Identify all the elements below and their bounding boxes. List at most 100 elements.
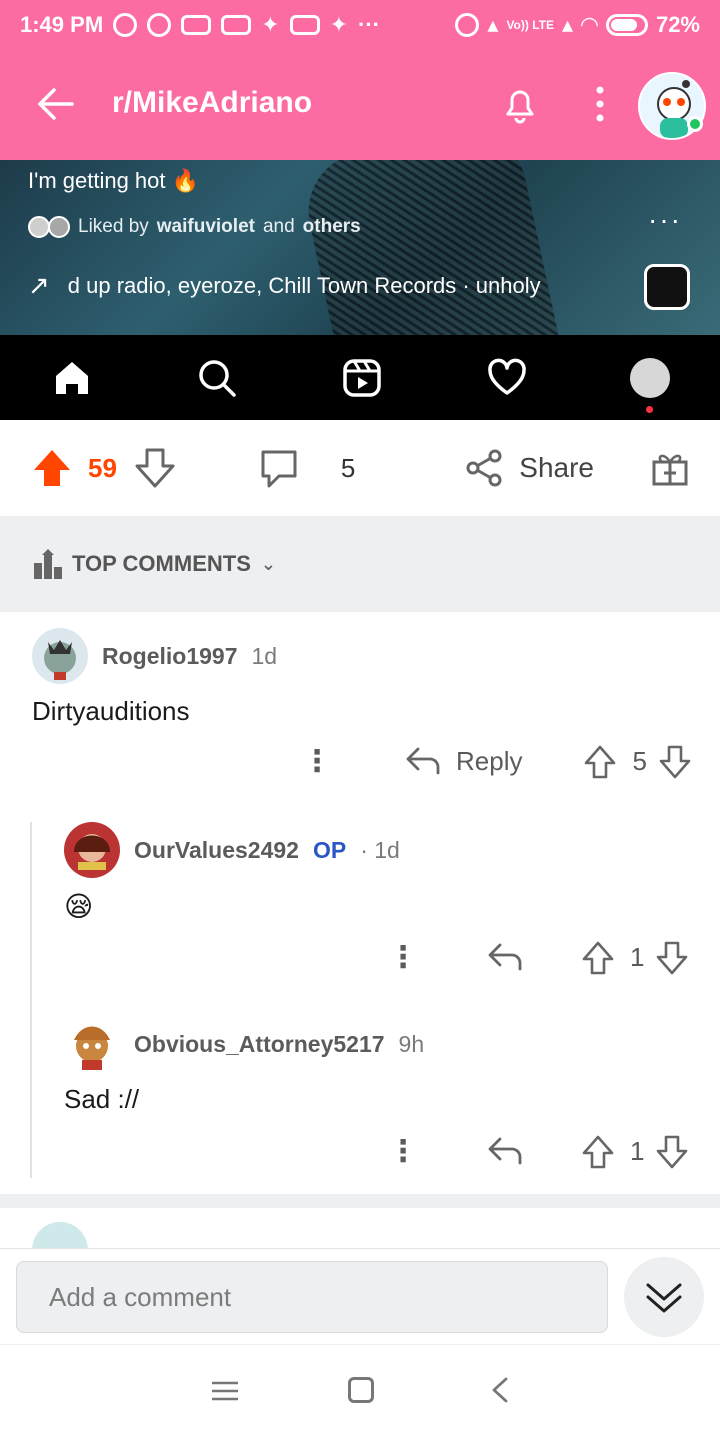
youtube-icon [221, 15, 252, 35]
liker-avatar [28, 216, 50, 238]
upvote-icon[interactable] [584, 745, 616, 779]
subreddit-title[interactable]: r/MikeAdriano [112, 86, 312, 120]
commenter-avatar[interactable] [64, 822, 120, 878]
screen: 1:49 PM ✦ ✦ ··· ▴ Vo)) LTE ▴ ◠ 72% r/Mik… [0, 0, 720, 1440]
comment-sort-bar[interactable]: TOP COMMENTS ⌄ [0, 516, 720, 612]
system-back-icon[interactable] [488, 1377, 514, 1403]
comment-actions: ⋮ 1 [388, 1134, 688, 1169]
more-vertical-icon[interactable]: ⋮ [388, 1134, 418, 1169]
reply-icon[interactable] [488, 943, 522, 973]
comment-count: 5 [340, 452, 356, 483]
top-sort-icon [34, 549, 62, 579]
share-button[interactable]: Share [465, 448, 594, 488]
search-icon[interactable] [195, 356, 239, 400]
liker-avatar [48, 216, 70, 238]
post-action-bar: 59 5 Share [0, 420, 720, 516]
reply-icon [406, 747, 440, 774]
thread-line[interactable] [30, 822, 32, 1178]
reply-button[interactable]: Reply [406, 746, 522, 777]
battery-percent: 72% [655, 12, 700, 37]
comment-score: 5 [632, 746, 647, 776]
youtube-icon [289, 15, 320, 35]
comment-username[interactable]: OurValues2492 [134, 837, 299, 864]
system-nav-bar [0, 1344, 720, 1440]
comment-score: 1 [630, 942, 645, 972]
wifi-icon: ◠ [581, 12, 598, 37]
chevron-down-icon: ⌄ [260, 553, 276, 574]
double-chevron-down-icon [646, 1283, 682, 1313]
sort-label: TOP COMMENTS [72, 551, 251, 576]
twitter-icon: ✦ [329, 12, 349, 37]
recent-apps-icon[interactable] [212, 1381, 238, 1401]
more-vertical-icon[interactable]: ⋮ [388, 940, 418, 975]
status-time: 1:49 PM [20, 12, 104, 37]
overflow-notifications-icon: ··· [358, 12, 381, 37]
comment-composer: Add a comment [0, 1248, 720, 1344]
comment-time: · 1d [360, 836, 400, 863]
more-vertical-icon[interactable] [584, 80, 616, 128]
music-row: ↗ d up radio, eyeroze, Chill Town Record… [28, 270, 608, 301]
post-media[interactable]: I'm getting hot 🔥 Liked by waifuviolet a… [0, 160, 720, 335]
collapse-button[interactable] [624, 1257, 704, 1337]
award-gift-icon[interactable] [650, 448, 690, 488]
comment-username[interactable]: Obvious_Attorney5217 [134, 1031, 385, 1058]
comment-time: 1d [251, 642, 278, 669]
upvote-icon[interactable] [582, 1135, 614, 1169]
comment-separator [0, 1194, 720, 1208]
music-credits: d up radio, eyeroze, Chill Town Records … [67, 272, 541, 298]
share-icon [466, 449, 502, 487]
liked-by-row: Liked by waifuviolet and others [28, 216, 361, 238]
reply-icon[interactable] [488, 1137, 522, 1167]
alarm-icon [455, 13, 480, 37]
comment-actions: ⋮ 1 [388, 940, 688, 975]
app-header: r/MikeAdriano [0, 50, 720, 160]
media-caption: I'm getting hot 🔥 [28, 168, 200, 193]
embedded-nav-bar [0, 335, 720, 420]
more-vertical-icon[interactable]: ⋮ [302, 744, 332, 779]
media-more-icon[interactable]: ··· [648, 204, 682, 236]
youtube-icon [181, 15, 212, 35]
opera-icon [147, 13, 172, 37]
back-arrow-icon[interactable] [32, 80, 80, 128]
share-label: Share [519, 452, 594, 483]
downvote-icon[interactable] [133, 446, 177, 490]
comment-input[interactable]: Add a comment [16, 1261, 608, 1333]
twitter-icon: ✦ [261, 12, 280, 37]
audio-thumbnail[interactable] [644, 264, 690, 310]
comment-body: Dirtyauditions [32, 696, 190, 726]
op-badge: OP [312, 836, 347, 863]
home-button-icon[interactable] [348, 1377, 374, 1403]
downvote-icon[interactable] [656, 941, 688, 975]
heart-icon[interactable] [485, 356, 529, 400]
comment: Obvious_Attorney5217 9h Sad :// [64, 1016, 424, 1115]
commenter-avatar[interactable] [64, 1016, 120, 1072]
comment-actions: ⋮ Reply 5 [302, 744, 691, 779]
comment-icon[interactable] [257, 446, 301, 490]
whatsapp-icon [113, 13, 138, 37]
arrow-up-right-icon: ↗ [28, 270, 50, 300]
bell-icon[interactable] [496, 80, 544, 128]
reels-icon[interactable] [340, 356, 384, 400]
upvote-icon[interactable] [30, 446, 74, 490]
commenter-avatar[interactable] [32, 1222, 88, 1248]
downvote-icon[interactable] [659, 745, 691, 779]
comment: OurValues2492 OP · 1d 😪 [64, 822, 400, 923]
comment: Rogelio1997 1d Dirtyauditions [32, 628, 277, 727]
volte-indicator: Vo)) LTE [506, 18, 554, 32]
comment-body: Sad :// [64, 1084, 140, 1114]
comment-time: 9h [398, 1030, 425, 1057]
comment-body: 😪 [64, 891, 94, 922]
downvote-icon[interactable] [656, 1135, 688, 1169]
signal-icon: ▴ [561, 12, 574, 37]
online-indicator [687, 116, 703, 132]
upvote-icon[interactable] [582, 941, 614, 975]
home-icon[interactable] [50, 356, 94, 400]
commenter-avatar[interactable] [32, 628, 88, 684]
media-image-content [297, 160, 563, 335]
post-score: 59 [88, 452, 117, 483]
battery-icon [605, 14, 648, 36]
signal-icon: ▴ [487, 12, 499, 37]
profile-avatar[interactable] [629, 357, 670, 413]
comments-list: Rogelio1997 1d Dirtyauditions ⋮ Reply 5 … [0, 612, 720, 1248]
comment-username[interactable]: Rogelio1997 [102, 643, 238, 670]
